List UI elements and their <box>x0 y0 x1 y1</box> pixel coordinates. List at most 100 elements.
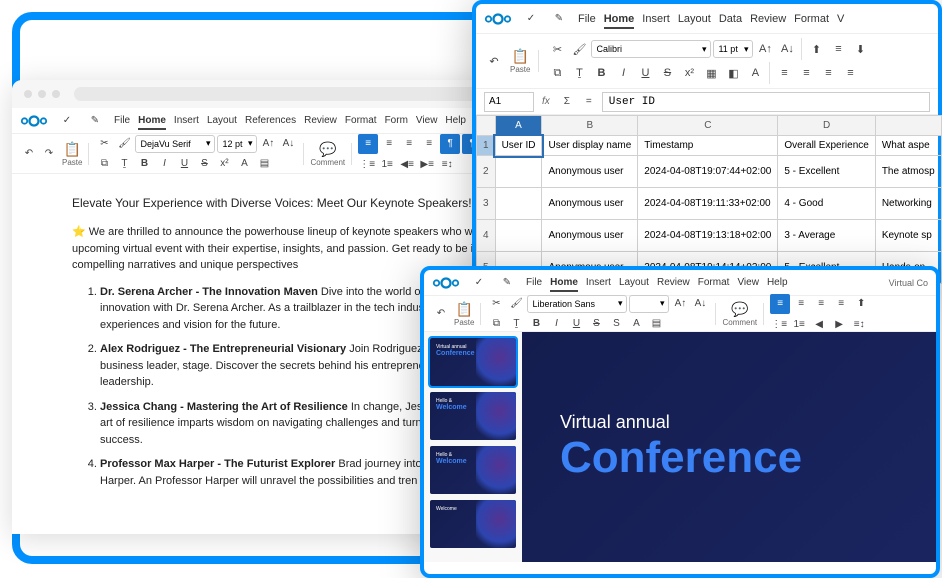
cell[interactable]: What aspe <box>875 136 941 156</box>
justify-icon[interactable]: ≡ <box>420 135 438 153</box>
highlight-icon[interactable]: ▤ <box>647 315 665 333</box>
cut-icon[interactable]: ✂ <box>487 295 505 313</box>
superscript-icon[interactable]: x² <box>679 63 699 83</box>
clear-icon[interactable]: Ṯ <box>507 315 525 333</box>
cell[interactable]: Anonymous user <box>542 220 638 252</box>
numbering-icon[interactable]: 1≡ <box>378 156 396 174</box>
shrink-font-icon[interactable]: A↓ <box>279 135 297 153</box>
undo-icon[interactable]: ↶ <box>484 51 504 71</box>
menu-home[interactable]: Home <box>550 275 578 292</box>
col-header[interactable] <box>875 116 941 136</box>
menu-file[interactable]: File <box>526 275 542 290</box>
font-select[interactable]: DejaVu Serif▾ <box>135 135 215 153</box>
line-spacing-icon[interactable]: ≡↕ <box>850 316 868 334</box>
row-header[interactable]: 4 <box>477 220 496 252</box>
sigma-icon[interactable]: Σ <box>558 93 576 111</box>
comment-icon[interactable]: 💬 <box>319 141 336 158</box>
grow-font-icon[interactable]: A↑ <box>259 135 277 153</box>
cell[interactable]: Keynote sp <box>875 220 941 252</box>
menu-insert[interactable]: Insert <box>642 11 670 27</box>
menu-format[interactable]: Format <box>698 275 730 290</box>
menu-review[interactable]: Review <box>304 113 337 128</box>
cut-icon[interactable]: ✂ <box>547 39 567 59</box>
line-spacing-icon[interactable]: ≡↕ <box>438 156 456 174</box>
align-center-icon[interactable]: ≡ <box>796 63 816 83</box>
slide-thumb[interactable]: Virtual annualConference <box>430 338 516 386</box>
col-header[interactable]: A <box>495 116 542 136</box>
menu-review[interactable]: Review <box>657 275 690 290</box>
format-brush-icon[interactable]: 🖌 <box>569 39 589 59</box>
cell[interactable]: Anonymous user <box>542 188 638 220</box>
col-header[interactable]: D <box>778 116 875 136</box>
valign-bot-icon[interactable]: ⬇ <box>850 39 870 59</box>
cell[interactable]: 2024-04-08T19:07:44+02:00 <box>638 156 778 188</box>
row-header[interactable]: 2 <box>477 156 496 188</box>
menu-insert[interactable]: Insert <box>174 113 199 128</box>
font-select[interactable]: Liberation Sans▾ <box>527 295 627 313</box>
underline-icon[interactable]: U <box>567 315 585 333</box>
slide-thumb[interactable]: Hello &Welcome <box>430 392 516 440</box>
grow-font-icon[interactable]: A↑ <box>671 295 689 313</box>
cell[interactable]: 3 - Average <box>778 220 875 252</box>
menu-v[interactable]: V <box>837 11 844 27</box>
cell[interactable]: Anonymous user <box>542 156 638 188</box>
align-right-icon[interactable]: ≡ <box>400 135 418 153</box>
align-left-icon[interactable]: ≡ <box>774 63 794 83</box>
edit-icon[interactable]: ✎ <box>86 112 104 130</box>
copy-icon[interactable]: ⧉ <box>547 63 567 83</box>
spreadsheet-grid[interactable]: ABCD 1User IDUser display nameTimestampO… <box>476 115 942 284</box>
paste-icon[interactable]: 📋 <box>512 48 529 65</box>
edit-icon[interactable]: ✎ <box>550 10 568 28</box>
para-ltr-icon[interactable]: ¶ <box>440 134 460 154</box>
clear-format-icon[interactable]: Ṯ <box>115 155 133 173</box>
size-select[interactable]: 11 pt▾ <box>713 40 753 58</box>
align-left-icon[interactable]: ≡ <box>358 134 378 154</box>
align-right-icon[interactable]: ≡ <box>818 63 838 83</box>
equals-icon[interactable]: = <box>580 93 598 111</box>
menu-help[interactable]: Help <box>445 113 466 128</box>
align-left-icon[interactable]: ≡ <box>770 294 790 314</box>
bold-icon[interactable]: B <box>591 63 611 83</box>
clear-icon[interactable]: Ṯ <box>569 63 589 83</box>
align-center-icon[interactable]: ≡ <box>792 295 810 313</box>
bullets-icon[interactable]: ⋮≡ <box>358 156 376 174</box>
comment-icon[interactable]: 💬 <box>731 301 748 318</box>
strike-icon[interactable]: S <box>195 155 213 173</box>
fx-icon[interactable]: fx <box>538 96 554 107</box>
col-header[interactable]: B <box>542 116 638 136</box>
cell[interactable]: Timestamp <box>638 136 778 156</box>
undo-icon[interactable]: ↶ <box>20 145 38 163</box>
highlight-icon[interactable]: ▤ <box>255 155 273 173</box>
size-select[interactable]: 12 pt▾ <box>217 135 257 153</box>
cell[interactable] <box>495 188 542 220</box>
copy-icon[interactable]: ⧉ <box>487 315 505 333</box>
outdent-icon[interactable]: ◀≡ <box>398 156 416 174</box>
font-select[interactable]: Calibri▾ <box>591 40 711 58</box>
menu-home[interactable]: Home <box>604 11 635 29</box>
font-color-icon[interactable]: A <box>235 155 253 173</box>
row-header[interactable]: 3 <box>477 188 496 220</box>
row-header[interactable]: 1 <box>477 136 496 156</box>
bullets-icon[interactable]: ⋮≡ <box>770 316 788 334</box>
menu-view[interactable]: View <box>416 113 438 128</box>
window-dot[interactable] <box>38 90 46 98</box>
justify-icon[interactable]: ≡ <box>832 295 850 313</box>
cell[interactable]: 2024-04-08T19:11:33+02:00 <box>638 188 778 220</box>
menu-view[interactable]: View <box>737 275 759 290</box>
grow-font-icon[interactable]: A↑ <box>755 39 775 59</box>
valign-top-icon[interactable]: ⬆ <box>806 39 826 59</box>
paste-icon[interactable]: 📋 <box>456 301 473 318</box>
menu-format[interactable]: Format <box>794 11 829 27</box>
copy-icon[interactable]: ⧉ <box>95 155 113 173</box>
cell-reference[interactable]: A1 <box>484 92 534 112</box>
outdent-icon[interactable]: ◀ <box>810 316 828 334</box>
cell[interactable]: User display name <box>542 136 638 156</box>
cell[interactable]: 5 - Excellent <box>778 156 875 188</box>
menu-home[interactable]: Home <box>138 113 166 130</box>
valign-mid-icon[interactable]: ≡ <box>828 39 848 59</box>
undo-icon[interactable]: ↶ <box>432 305 450 323</box>
menu-file[interactable]: File <box>578 11 596 27</box>
italic-icon[interactable]: I <box>547 315 565 333</box>
menu-layout[interactable]: Layout <box>619 275 649 290</box>
bold-icon[interactable]: B <box>527 315 545 333</box>
